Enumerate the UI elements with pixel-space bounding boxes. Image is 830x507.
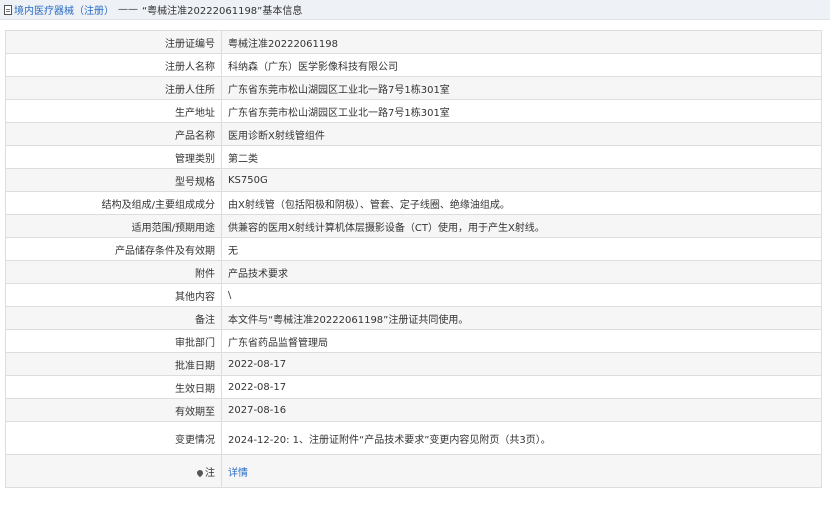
table-row: 产品名称 医用诊断X射线管组件 — [5, 122, 822, 146]
registration-info-table: 注册证编号 粤械注准20222061198 注册人名称 科纳森（广东）医学影像科… — [5, 30, 822, 488]
row-label: 审批部门 — [5, 329, 222, 353]
row-value: 由X射线管（包括阳极和阴极）、管套、定子线圈、绝缘油组成。 — [221, 191, 822, 215]
row-value: 2022-08-17 — [221, 352, 822, 376]
table-row: 管理类别 第二类 — [5, 145, 822, 169]
row-value: 广东省东莞市松山湖园区工业北一路7号1栋301室 — [221, 99, 822, 123]
row-label: 其他内容 — [5, 283, 222, 307]
row-value: KS750G — [221, 168, 822, 192]
row-label: 附件 — [5, 260, 222, 284]
details-link[interactable]: 详情 — [228, 468, 248, 479]
breadcrumb-separator: —— — [118, 4, 138, 15]
table-row: 产品储存条件及有效期 无 — [5, 237, 822, 261]
table-row: 注册证编号 粤械注准20222061198 — [5, 30, 822, 54]
note-value-cell: 详情 — [221, 454, 822, 488]
breadcrumb-category-link[interactable]: 境内医疗器械（注册） — [14, 2, 114, 17]
row-label: 型号规格 — [5, 168, 222, 192]
row-label: 批准日期 — [5, 352, 222, 376]
row-value: 无 — [221, 237, 822, 261]
row-value: 2022-08-17 — [221, 375, 822, 399]
row-value: 2024-12-20: 1、注册证附件“产品技术要求”变更内容见附页（共3页）。 — [221, 421, 822, 455]
note-label-cell: 注 — [5, 454, 222, 488]
row-value: 广东省东莞市松山湖园区工业北一路7号1栋301室 — [221, 76, 822, 100]
row-value: 第二类 — [221, 145, 822, 169]
table-row: 批准日期 2022-08-17 — [5, 352, 822, 376]
row-label: 管理类别 — [5, 145, 222, 169]
row-label: 产品名称 — [5, 122, 222, 146]
table-row: 生产地址 广东省东莞市松山湖园区工业北一路7号1栋301室 — [5, 99, 822, 123]
row-label: 注册人住所 — [5, 76, 222, 100]
row-value: 供兼容的医用X射线计算机体层摄影设备（CT）使用，用于产生X射线。 — [221, 214, 822, 238]
row-label: 注册证编号 — [5, 30, 222, 54]
table-row: 注册人住所 广东省东莞市松山湖园区工业北一路7号1栋301室 — [5, 76, 822, 100]
table-row: 有效期至 2027-08-16 — [5, 398, 822, 422]
breadcrumb: 境内医疗器械（注册） —— “粤械注准20222061198”基本信息 — [0, 0, 830, 20]
row-value: 广东省药品监督管理局 — [221, 329, 822, 353]
pin-icon — [195, 468, 205, 477]
table-row: 结构及组成/主要组成成分 由X射线管（包括阳极和阴极）、管套、定子线圈、绝缘油组… — [5, 191, 822, 215]
table-row: 其他内容 \ — [5, 283, 822, 307]
note-label: 注 — [205, 467, 215, 479]
row-value: 科纳森（广东）医学影像科技有限公司 — [221, 53, 822, 77]
table-row: 生效日期 2022-08-17 — [5, 375, 822, 399]
row-label: 生效日期 — [5, 375, 222, 399]
row-value: 粤械注准20222061198 — [221, 30, 822, 54]
row-label: 备注 — [5, 306, 222, 330]
table-row: 附件 产品技术要求 — [5, 260, 822, 284]
table-row: 注册人名称 科纳森（广东）医学影像科技有限公司 — [5, 53, 822, 77]
note-row: 注 详情 — [5, 454, 822, 488]
row-value: 2027-08-16 — [221, 398, 822, 422]
document-icon — [4, 4, 12, 15]
table-row: 适用范围/预期用途 供兼容的医用X射线计算机体层摄影设备（CT）使用，用于产生X… — [5, 214, 822, 238]
table-row: 审批部门 广东省药品监督管理局 — [5, 329, 822, 353]
row-value: \ — [221, 283, 822, 307]
row-label: 注册人名称 — [5, 53, 222, 77]
row-value: 医用诊断X射线管组件 — [221, 122, 822, 146]
table-row: 变更情况 2024-12-20: 1、注册证附件“产品技术要求”变更内容见附页（… — [5, 421, 822, 455]
table-row: 型号规格 KS750G — [5, 168, 822, 192]
row-label: 生产地址 — [5, 99, 222, 123]
page-title: “粤械注准20222061198”基本信息 — [142, 6, 303, 17]
row-label: 结构及组成/主要组成成分 — [5, 191, 222, 215]
row-label: 产品储存条件及有效期 — [5, 237, 222, 261]
row-label: 有效期至 — [5, 398, 222, 422]
row-value: 本文件与“粤械注准20222061198”注册证共同使用。 — [221, 306, 822, 330]
table-row: 备注 本文件与“粤械注准20222061198”注册证共同使用。 — [5, 306, 822, 330]
row-label: 适用范围/预期用途 — [5, 214, 222, 238]
row-value: 产品技术要求 — [221, 260, 822, 284]
row-label: 变更情况 — [5, 421, 222, 455]
